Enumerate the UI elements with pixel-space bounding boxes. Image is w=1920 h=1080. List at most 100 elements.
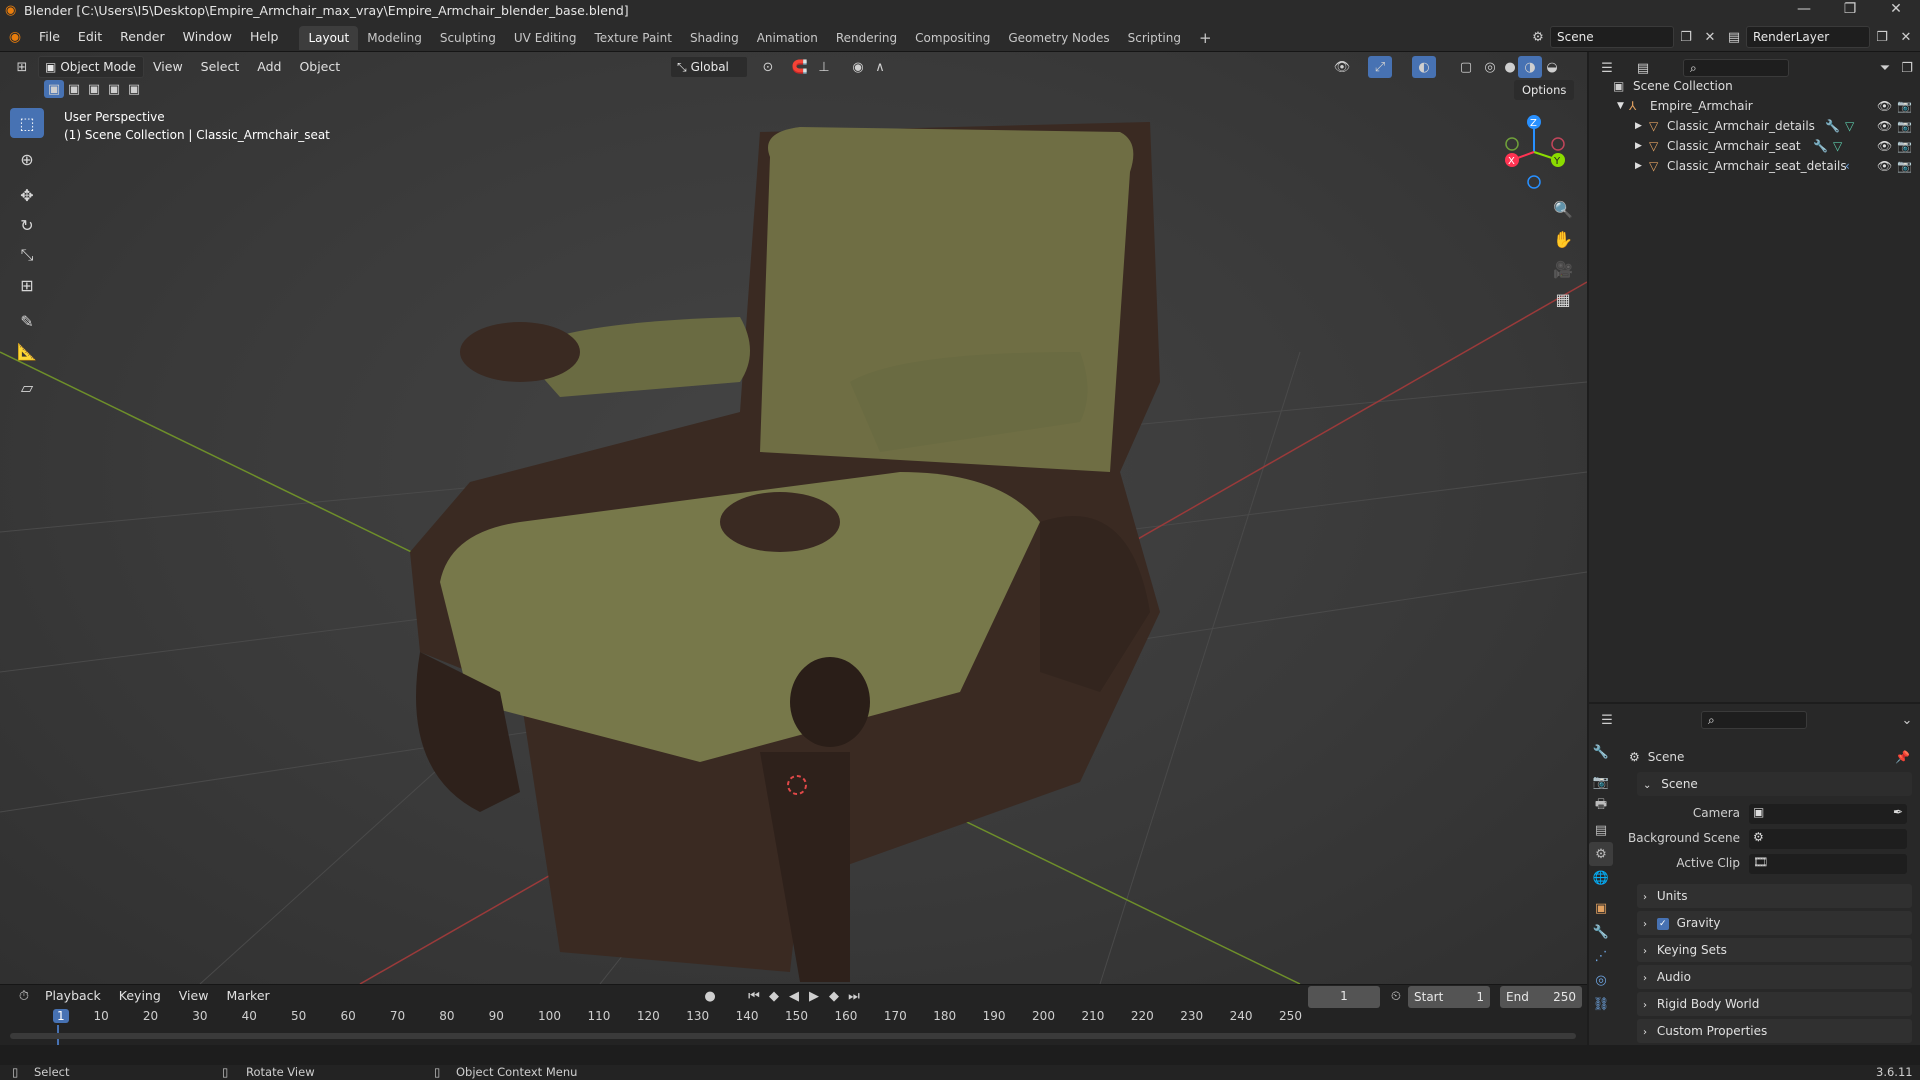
new-scene-icon[interactable]: ❐ — [1674, 26, 1698, 48]
rotate-tool-icon[interactable]: ↻ — [10, 210, 44, 240]
modifier-icon[interactable]: 🔧 — [1825, 116, 1840, 136]
scale-tool-icon[interactable]: ⤡ — [10, 240, 44, 270]
tab-scripting[interactable]: Scripting — [1119, 26, 1190, 50]
scene-selector[interactable]: ⚙ Scene ❐ ✕ — [1526, 26, 1722, 48]
scene-tab-icon[interactable]: ⚙ — [1589, 842, 1613, 866]
add-cube-tool-icon[interactable]: ▱ — [10, 372, 44, 402]
pan-hand-icon[interactable]: ✋ — [1548, 224, 1578, 254]
menu-window[interactable]: Window — [174, 22, 241, 52]
snap-icon[interactable]: 🧲 — [788, 56, 812, 78]
modifier-icon[interactable]: ‹ — [1845, 156, 1850, 176]
visibility-icon[interactable]: 👁 — [1330, 56, 1354, 78]
view-layer-field[interactable]: RenderLayer — [1746, 26, 1870, 48]
xray-icon[interactable]: ▢ — [1454, 56, 1478, 78]
viewport-menu-add[interactable]: Add — [248, 52, 290, 82]
render-camera-icon[interactable]: 📷 — [1897, 136, 1912, 156]
view-layer-selector[interactable]: ▤ RenderLayer ❐ ✕ — [1722, 26, 1918, 48]
tab-layout[interactable]: Layout — [299, 26, 359, 50]
active-clip-field[interactable]: 🎞 — [1749, 854, 1907, 874]
measure-tool-icon[interactable]: 📐 — [10, 336, 44, 366]
visibility-eye-icon[interactable]: 👁 — [1877, 136, 1892, 156]
add-workspace-icon[interactable]: + — [1190, 26, 1221, 50]
expand-arrow-icon[interactable]: ▶ — [1635, 136, 1642, 156]
scene-name-field[interactable]: Scene — [1550, 26, 1674, 48]
menu-file[interactable]: File — [30, 22, 69, 52]
render-camera-icon[interactable]: 📷 — [1897, 116, 1912, 136]
select-new-icon[interactable]: ▣ — [44, 80, 64, 98]
units-panel[interactable]: › Units — [1637, 884, 1912, 908]
camera-field[interactable]: ▣ ✒ — [1749, 804, 1907, 824]
delete-scene-icon[interactable]: ✕ — [1698, 26, 1722, 48]
visibility-eye-icon[interactable]: 👁 — [1877, 96, 1892, 116]
select-subtract-icon[interactable]: ▣ — [84, 80, 104, 98]
tab-sculpting[interactable]: Sculpting — [431, 26, 505, 50]
select-intersect-icon[interactable]: ▣ — [124, 80, 144, 98]
outliner-object-row[interactable]: ▶ ▽ Classic_Armchair_details 🔧 ▽ 👁 📷 — [1589, 116, 1920, 136]
render-camera-icon[interactable]: 📷 — [1897, 96, 1912, 116]
cursor-tool-icon[interactable]: ⊕ — [10, 144, 44, 174]
properties-search-input[interactable]: ⌕ — [1701, 711, 1807, 729]
material-shading-icon[interactable]: ◑ — [1518, 56, 1542, 78]
falloff-icon[interactable]: ∧ — [868, 56, 892, 78]
tab-modeling[interactable]: Modeling — [358, 26, 431, 50]
editor-type-icon[interactable]: ⊞ — [10, 56, 34, 78]
render-camera-icon[interactable]: 📷 — [1897, 156, 1912, 176]
overlay-toggle-icon[interactable]: ◐ — [1412, 56, 1436, 78]
minimize-icon[interactable]: — — [1784, 1, 1824, 17]
modifier-icon[interactable]: 🔧 — [1813, 136, 1828, 156]
outliner-object-row[interactable]: ▶ ▽ Classic_Armchair_seat 🔧 ▽ 👁 📷 — [1589, 136, 1920, 156]
close-icon[interactable]: ✕ — [1876, 1, 1916, 17]
particles-tab-icon[interactable]: ⋰ — [1589, 944, 1613, 968]
visibility-eye-icon[interactable]: 👁 — [1877, 116, 1892, 136]
properties-options-icon[interactable]: ⌄ — [1895, 709, 1919, 731]
expand-arrow-icon[interactable]: ▼ — [1617, 96, 1624, 116]
delete-view-layer-icon[interactable]: ✕ — [1894, 26, 1918, 48]
expand-arrow-icon[interactable]: ▶ — [1635, 116, 1642, 136]
mode-dropdown[interactable]: ▣ Object Mode — [38, 56, 144, 78]
orientation-dropdown[interactable]: ⤡ Global — [670, 56, 748, 78]
mesh-data-icon[interactable]: ▽ — [1833, 136, 1842, 156]
viewport-menu-select[interactable]: Select — [192, 52, 249, 82]
mesh-data-icon[interactable]: ▽ — [1845, 116, 1854, 136]
perspective-grid-icon[interactable]: ▦ — [1548, 284, 1578, 314]
modifiers-tab-icon[interactable]: 🔧 — [1589, 920, 1613, 944]
proportional-edit-icon[interactable]: ◉ — [846, 56, 870, 78]
viewport-menu-view[interactable]: View — [144, 52, 192, 82]
transform-tool-icon[interactable]: ⊞ — [10, 270, 44, 300]
menu-help[interactable]: Help — [241, 22, 288, 52]
gravity-checkbox[interactable]: ✓ — [1656, 917, 1669, 930]
select-box-tool-icon[interactable]: ⬚ — [10, 108, 44, 138]
tab-shading[interactable]: Shading — [681, 26, 748, 50]
maximize-icon[interactable]: ❐ — [1830, 1, 1870, 17]
pivot-icon[interactable]: ⊙ — [756, 56, 780, 78]
move-tool-icon[interactable]: ✥ — [10, 180, 44, 210]
object-tab-icon[interactable]: ▣ — [1589, 896, 1613, 920]
output-tab-icon[interactable]: 🖶 — [1589, 794, 1613, 818]
viewport-menu-object[interactable]: Object — [290, 52, 349, 82]
3d-viewport[interactable]: ⊞ ▣ Object Mode View Select Add Object ⤡ G… — [0, 52, 1587, 984]
properties-editor-type-icon[interactable]: ☰ — [1595, 709, 1619, 731]
timeline-scrollbar[interactable] — [10, 1033, 1576, 1039]
visibility-eye-icon[interactable]: 👁 — [1877, 156, 1892, 176]
outliner-object-row[interactable]: ▶ ▽ Classic_Armchair_seat_details ‹ 👁 📷 — [1589, 156, 1920, 176]
gizmo-toggle-icon[interactable]: ⤢ — [1368, 56, 1392, 78]
outliner-search-input[interactable]: ⌕ — [1683, 59, 1789, 77]
constraints-tab-icon[interactable]: ⛓ — [1589, 992, 1613, 1016]
physics-tab-icon[interactable]: ◎ — [1589, 968, 1613, 992]
select-extend-icon[interactable]: ▣ — [64, 80, 84, 98]
keying-sets-panel[interactable]: › Keying Sets — [1637, 938, 1912, 962]
eyedropper-icon[interactable]: ✒ — [1893, 805, 1903, 819]
menu-edit[interactable]: Edit — [69, 22, 111, 52]
audio-panel[interactable]: › Audio — [1637, 965, 1912, 989]
tab-animation[interactable]: Animation — [748, 26, 827, 50]
select-invert-icon[interactable]: ▣ — [104, 80, 124, 98]
snap-target-icon[interactable]: ⊥ — [812, 56, 836, 78]
tab-geometry-nodes[interactable]: Geometry Nodes — [999, 26, 1118, 50]
outliner-scene-collection[interactable]: ▣ Scene Collection — [1589, 76, 1920, 96]
tab-rendering[interactable]: Rendering — [827, 26, 906, 50]
custom-properties-panel[interactable]: › Custom Properties — [1637, 1019, 1912, 1043]
armchair-model[interactable] — [410, 122, 1160, 982]
render-tab-icon[interactable]: 📷 — [1589, 770, 1613, 794]
tab-compositing[interactable]: Compositing — [906, 26, 999, 50]
background-scene-field[interactable]: ⚙ — [1749, 829, 1907, 849]
